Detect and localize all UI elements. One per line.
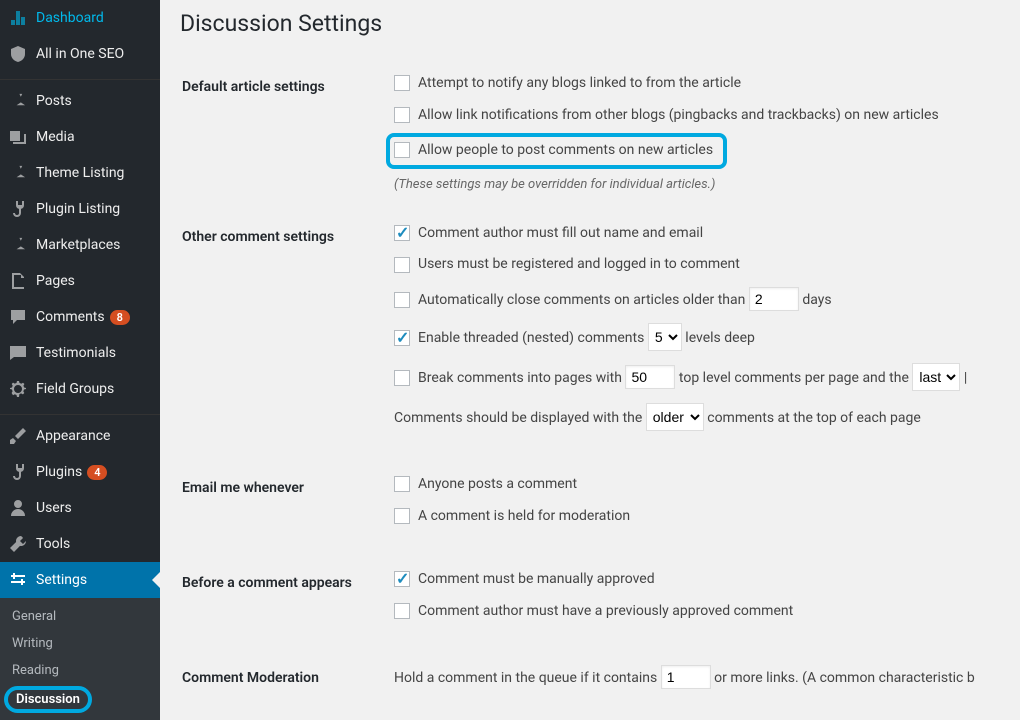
main-content: Discussion Settings Default article sett… xyxy=(160,0,1020,690)
sidebar-item-tools[interactable]: Tools xyxy=(0,526,160,562)
admin-sidebar: Dashboard All in One SEO Posts Media Theme L… xyxy=(0,0,160,690)
checkbox-require-name-email[interactable] xyxy=(394,225,410,241)
sidebar-item-label: Settings xyxy=(36,572,87,588)
section-email-me: Email me whenever xyxy=(182,460,382,553)
sidebar-item-label: Dashboard xyxy=(36,10,104,26)
sidebar-item-settings[interactable]: Settings xyxy=(0,562,160,598)
section-before-appears: Before a comment appears xyxy=(182,555,382,648)
checkbox-allow-comments[interactable] xyxy=(394,142,410,158)
plug-icon xyxy=(8,199,28,219)
gear-icon xyxy=(8,379,28,399)
moderation-links-text: Hold a comment in the queue if it contai… xyxy=(394,665,988,689)
input-close-days[interactable] xyxy=(749,287,799,311)
submenu-item-general[interactable]: General xyxy=(0,603,160,630)
opt-email-held[interactable]: A comment is held for moderation xyxy=(394,507,988,527)
plug-icon xyxy=(8,462,28,482)
sidebar-item-label: Theme Listing xyxy=(36,165,124,181)
sidebar-item-posts[interactable]: Posts xyxy=(0,83,160,119)
sidebar-item-label: Media xyxy=(36,129,75,145)
testimonial-icon xyxy=(8,343,28,363)
opt-email-anyone-posts[interactable]: Anyone posts a comment xyxy=(394,475,988,495)
opt-notify-blogs[interactable]: Attempt to notify any blogs linked to fr… xyxy=(394,74,988,94)
opt-threaded[interactable]: Enable threaded (nested) comments 5 leve… xyxy=(394,323,988,351)
opt-paginate[interactable]: Break comments into pages with top level… xyxy=(394,363,988,391)
sliders-icon xyxy=(8,570,28,590)
opt-display-order: Comments should be displayed with the ol… xyxy=(394,403,988,431)
section-other-comment: Other comment settings xyxy=(182,209,382,458)
sidebar-item-label: All in One SEO xyxy=(36,46,124,62)
sidebar-item-label: Pages xyxy=(36,273,75,289)
sidebar-item-label: Plugins xyxy=(36,464,82,480)
sidebar-item-label: Marketplaces xyxy=(36,237,120,253)
wrench-icon xyxy=(8,534,28,554)
checkbox-paginate[interactable] xyxy=(394,370,410,386)
settings-submenu: GeneralWritingReadingDiscussion xyxy=(0,598,160,720)
sidebar-item-plugins[interactable]: Plugins 4 xyxy=(0,454,160,490)
sidebar-item-label: Field Groups xyxy=(36,381,114,397)
opt-prev-approved[interactable]: Comment author must have a previously ap… xyxy=(394,602,988,622)
sidebar-item-theme-listing[interactable]: Theme Listing xyxy=(0,155,160,191)
sidebar-item-media[interactable]: Media xyxy=(0,119,160,155)
checkbox-require-registration[interactable] xyxy=(394,257,410,273)
select-display-order[interactable]: older xyxy=(646,403,704,431)
submenu-item-reading[interactable]: Reading xyxy=(0,657,160,684)
sidebar-item-field-groups[interactable]: Field Groups xyxy=(0,371,160,407)
page-title: Discussion Settings xyxy=(180,10,1000,37)
sidebar-item-label: Plugin Listing xyxy=(36,201,120,217)
sidebar-item-pages[interactable]: Pages xyxy=(0,263,160,299)
pin-icon xyxy=(8,235,28,255)
sidebar-item-dashboard[interactable]: Dashboard xyxy=(0,0,160,36)
shield-icon xyxy=(8,44,28,64)
sidebar-item-plugin-listing[interactable]: Plugin Listing xyxy=(0,191,160,227)
sidebar-item-label: Posts xyxy=(36,93,72,109)
settings-note: (These settings may be overridden for in… xyxy=(394,177,988,192)
sidebar-item-appearance[interactable]: Appearance xyxy=(0,418,160,454)
settings-form: Default article settings Attempt to noti… xyxy=(180,57,1000,690)
submenu-item-discussion[interactable]: Discussion xyxy=(0,684,160,715)
input-per-page[interactable] xyxy=(625,365,675,389)
pages-icon xyxy=(8,271,28,291)
checkbox-pingbacks[interactable] xyxy=(394,107,410,123)
sidebar-item-label: Testimonials xyxy=(36,345,116,361)
dashboard-icon xyxy=(8,8,28,28)
sidebar-item-comments[interactable]: Comments 8 xyxy=(0,299,160,335)
checkbox-email-held[interactable] xyxy=(394,508,410,524)
opt-manual-approve[interactable]: Comment must be manually approved xyxy=(394,570,988,590)
opt-require-registration[interactable]: Users must be registered and logged in t… xyxy=(394,255,988,275)
comment-icon xyxy=(8,307,28,327)
checkbox-close-old[interactable] xyxy=(394,292,410,308)
brush-icon xyxy=(8,426,28,446)
user-icon xyxy=(8,498,28,518)
section-default-article: Default article settings xyxy=(182,59,382,207)
pin-icon xyxy=(8,163,28,183)
checkbox-notify-blogs[interactable] xyxy=(394,75,410,91)
select-thread-levels[interactable]: 5 xyxy=(648,323,682,351)
badge: 4 xyxy=(87,465,107,480)
sidebar-item-label: Users xyxy=(36,500,72,516)
sidebar-item-label: Comments xyxy=(36,309,105,325)
opt-require-name-email[interactable]: Comment author must fill out name and em… xyxy=(394,224,988,244)
checkbox-threaded[interactable] xyxy=(394,330,410,346)
sidebar-item-testimonials[interactable]: Testimonials xyxy=(0,335,160,371)
submenu-item-writing[interactable]: Writing xyxy=(0,630,160,657)
checkbox-email-anyone[interactable] xyxy=(394,476,410,492)
input-max-links[interactable] xyxy=(661,665,711,689)
media-icon xyxy=(8,127,28,147)
pin-icon xyxy=(8,91,28,111)
sidebar-item-label: Appearance xyxy=(36,428,110,444)
sidebar-item-all-in-one-seo[interactable]: All in One SEO xyxy=(0,36,160,72)
opt-allow-comments[interactable]: Allow people to post comments on new art… xyxy=(394,137,988,165)
checkbox-manual-approve[interactable] xyxy=(394,571,410,587)
badge: 8 xyxy=(110,310,130,325)
opt-pingbacks[interactable]: Allow link notifications from other blog… xyxy=(394,106,988,126)
checkbox-prev-approved[interactable] xyxy=(394,603,410,619)
section-moderation: Comment Moderation xyxy=(182,650,382,690)
select-page-order[interactable]: last xyxy=(912,363,960,391)
sidebar-item-label: Tools xyxy=(36,536,70,552)
opt-close-old[interactable]: Automatically close comments on articles… xyxy=(394,287,988,311)
sidebar-item-users[interactable]: Users xyxy=(0,490,160,526)
sidebar-item-marketplaces[interactable]: Marketplaces xyxy=(0,227,160,263)
